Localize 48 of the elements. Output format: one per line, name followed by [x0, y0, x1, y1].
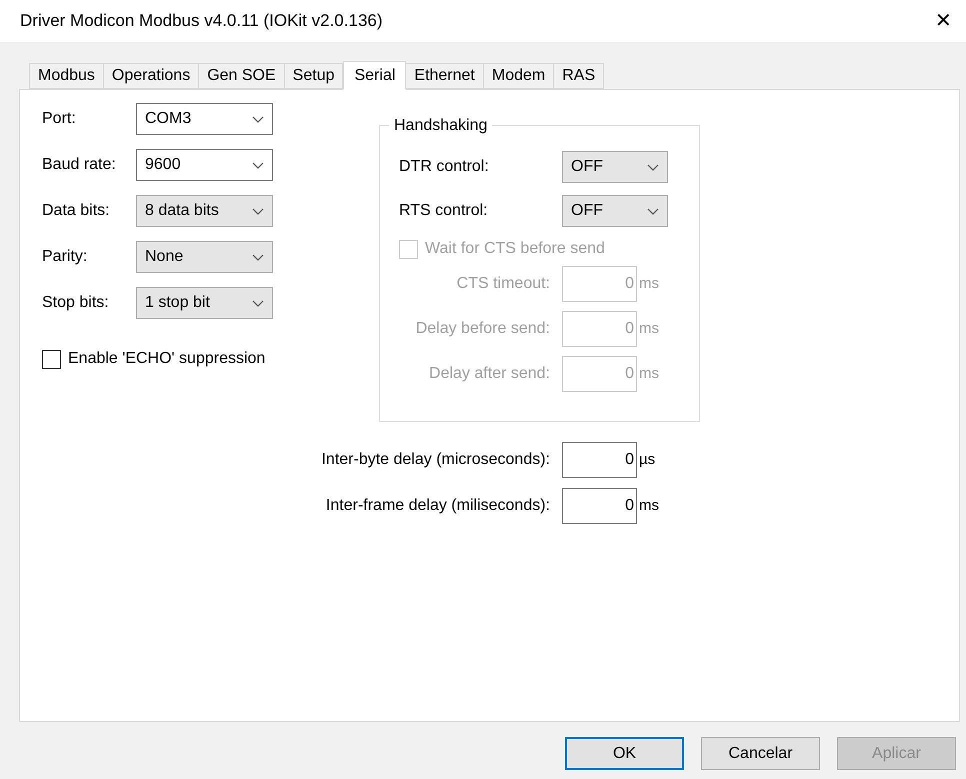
chevron-down-icon [647, 208, 659, 214]
checkbox[interactable] [42, 350, 61, 368]
tab[interactable]: Serial [343, 61, 406, 90]
unit-label: ms [639, 318, 659, 339]
dropdown[interactable]: 8 data bits [136, 195, 273, 227]
field-label: Delay before send: [414, 319, 551, 339]
chevron-down-icon [252, 254, 264, 260]
field-label: DTR control: [399, 157, 490, 177]
field-label: Data bits: [42, 201, 111, 221]
unit-label: ms [639, 496, 659, 516]
chevron-down-icon [252, 300, 264, 306]
input-field[interactable]: 0 [562, 488, 637, 524]
field-label: CTS timeout: [456, 274, 551, 294]
tab[interactable]: Setup [284, 63, 344, 89]
tab[interactable]: Gen SOE [198, 63, 285, 89]
chevron-down-icon [252, 116, 264, 122]
dropdown[interactable]: OFF [562, 151, 668, 183]
dropdown[interactable]: 9600 [136, 149, 273, 181]
close-button[interactable]: ✕ [935, 6, 952, 36]
dropdown[interactable]: COM3 [136, 103, 273, 135]
tab[interactable]: Modem [482, 63, 554, 89]
field-label: RTS control: [399, 201, 489, 221]
tab[interactable]: Modbus [29, 63, 104, 89]
unit-label: µs [639, 450, 656, 470]
dialog-button[interactable]: Cancelar [701, 737, 820, 770]
dropdown[interactable]: None [136, 241, 273, 273]
field-label: Port: [42, 109, 77, 129]
chevron-down-icon [647, 164, 659, 170]
field-label: Parity: [42, 247, 88, 267]
window-title: Driver Modicon Modbus v4.0.11 (IOKit v2.0.136) [20, 10, 383, 32]
chevron-down-icon [252, 162, 264, 168]
dropdown[interactable]: OFF [562, 195, 668, 227]
field-label: Inter-frame delay (miliseconds): [324, 496, 551, 516]
dialog-button[interactable]: OK [565, 737, 684, 770]
unit-label: ms [639, 364, 659, 384]
input-field[interactable]: 0 [562, 442, 637, 478]
field-label: Baud rate: [42, 155, 117, 175]
field-label: Delay after send: [428, 364, 551, 384]
chevron-down-icon [252, 208, 264, 214]
checkbox-label: Enable 'ECHO' suppression [68, 349, 266, 369]
field-label: Stop bits: [42, 293, 110, 313]
unit-label: ms [639, 274, 659, 294]
dropdown[interactable]: 1 stop bit [136, 287, 273, 319]
field-label: Inter-byte delay (microseconds): [320, 450, 551, 470]
tab[interactable]: Ethernet [405, 63, 484, 89]
checkbox-label: Wait for CTS before send [425, 239, 605, 259]
tab[interactable]: RAS [553, 63, 604, 89]
tab[interactable]: Operations [102, 63, 200, 89]
